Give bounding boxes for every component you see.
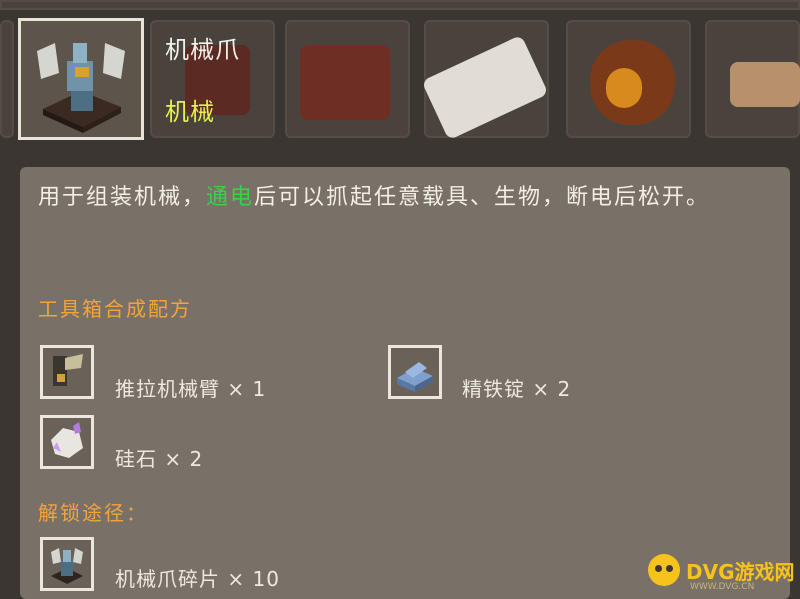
- description-text: 用于组装机械，: [38, 185, 207, 210]
- barrel-core-icon: [606, 68, 642, 108]
- unlock-heading: 解锁途径：: [38, 501, 148, 525]
- unlock-item-slot[interactable]: [40, 537, 94, 591]
- ingredient-label: 精铁锭 × 2: [462, 377, 572, 401]
- claw-fragment-icon: [51, 548, 83, 584]
- silica-stone-icon: [51, 422, 83, 458]
- item-tooltip-panel: 用于组装机械，通电后可以抓起任意载具、生物，断电后松开。 工具箱合成配方 推拉机…: [20, 167, 790, 599]
- description-highlight: 通电: [206, 185, 255, 210]
- ingredient-slot[interactable]: [40, 415, 94, 469]
- item-description: 用于组装机械，通电后可以抓起任意载具、生物，断电后松开。: [38, 181, 768, 214]
- watermark-subtext: WWW.DVG.CN: [690, 582, 755, 592]
- cushion-item-icon: [730, 62, 800, 107]
- mechanical-claw-icon: [37, 43, 125, 133]
- ingredient-label: 推拉机械臂 × 1: [115, 377, 267, 401]
- gamepad-logo-icon: [648, 554, 680, 586]
- ingredient-slot[interactable]: [388, 345, 442, 399]
- selected-item-slot[interactable]: [18, 18, 144, 140]
- unlock-item-label: 机械爪碎片 × 10: [115, 567, 280, 591]
- recipe-heading: 工具箱合成配方: [38, 297, 192, 321]
- watermark-text: DVG游戏网: [686, 559, 795, 584]
- item-category: 机械: [165, 98, 215, 126]
- ingredient-label: 硅石 × 2: [115, 447, 204, 471]
- chair-item-icon: [300, 45, 390, 120]
- item-title: 机械爪: [165, 36, 240, 64]
- push-pull-arm-icon: [53, 354, 83, 386]
- inventory-slot[interactable]: [0, 20, 14, 138]
- inventory-slot: [0, 0, 800, 10]
- ingredient-slot[interactable]: [40, 345, 94, 399]
- description-text: 后可以抓起任意载具、生物，断电后松开。: [254, 185, 711, 210]
- refined-iron-ingot-icon: [397, 362, 433, 392]
